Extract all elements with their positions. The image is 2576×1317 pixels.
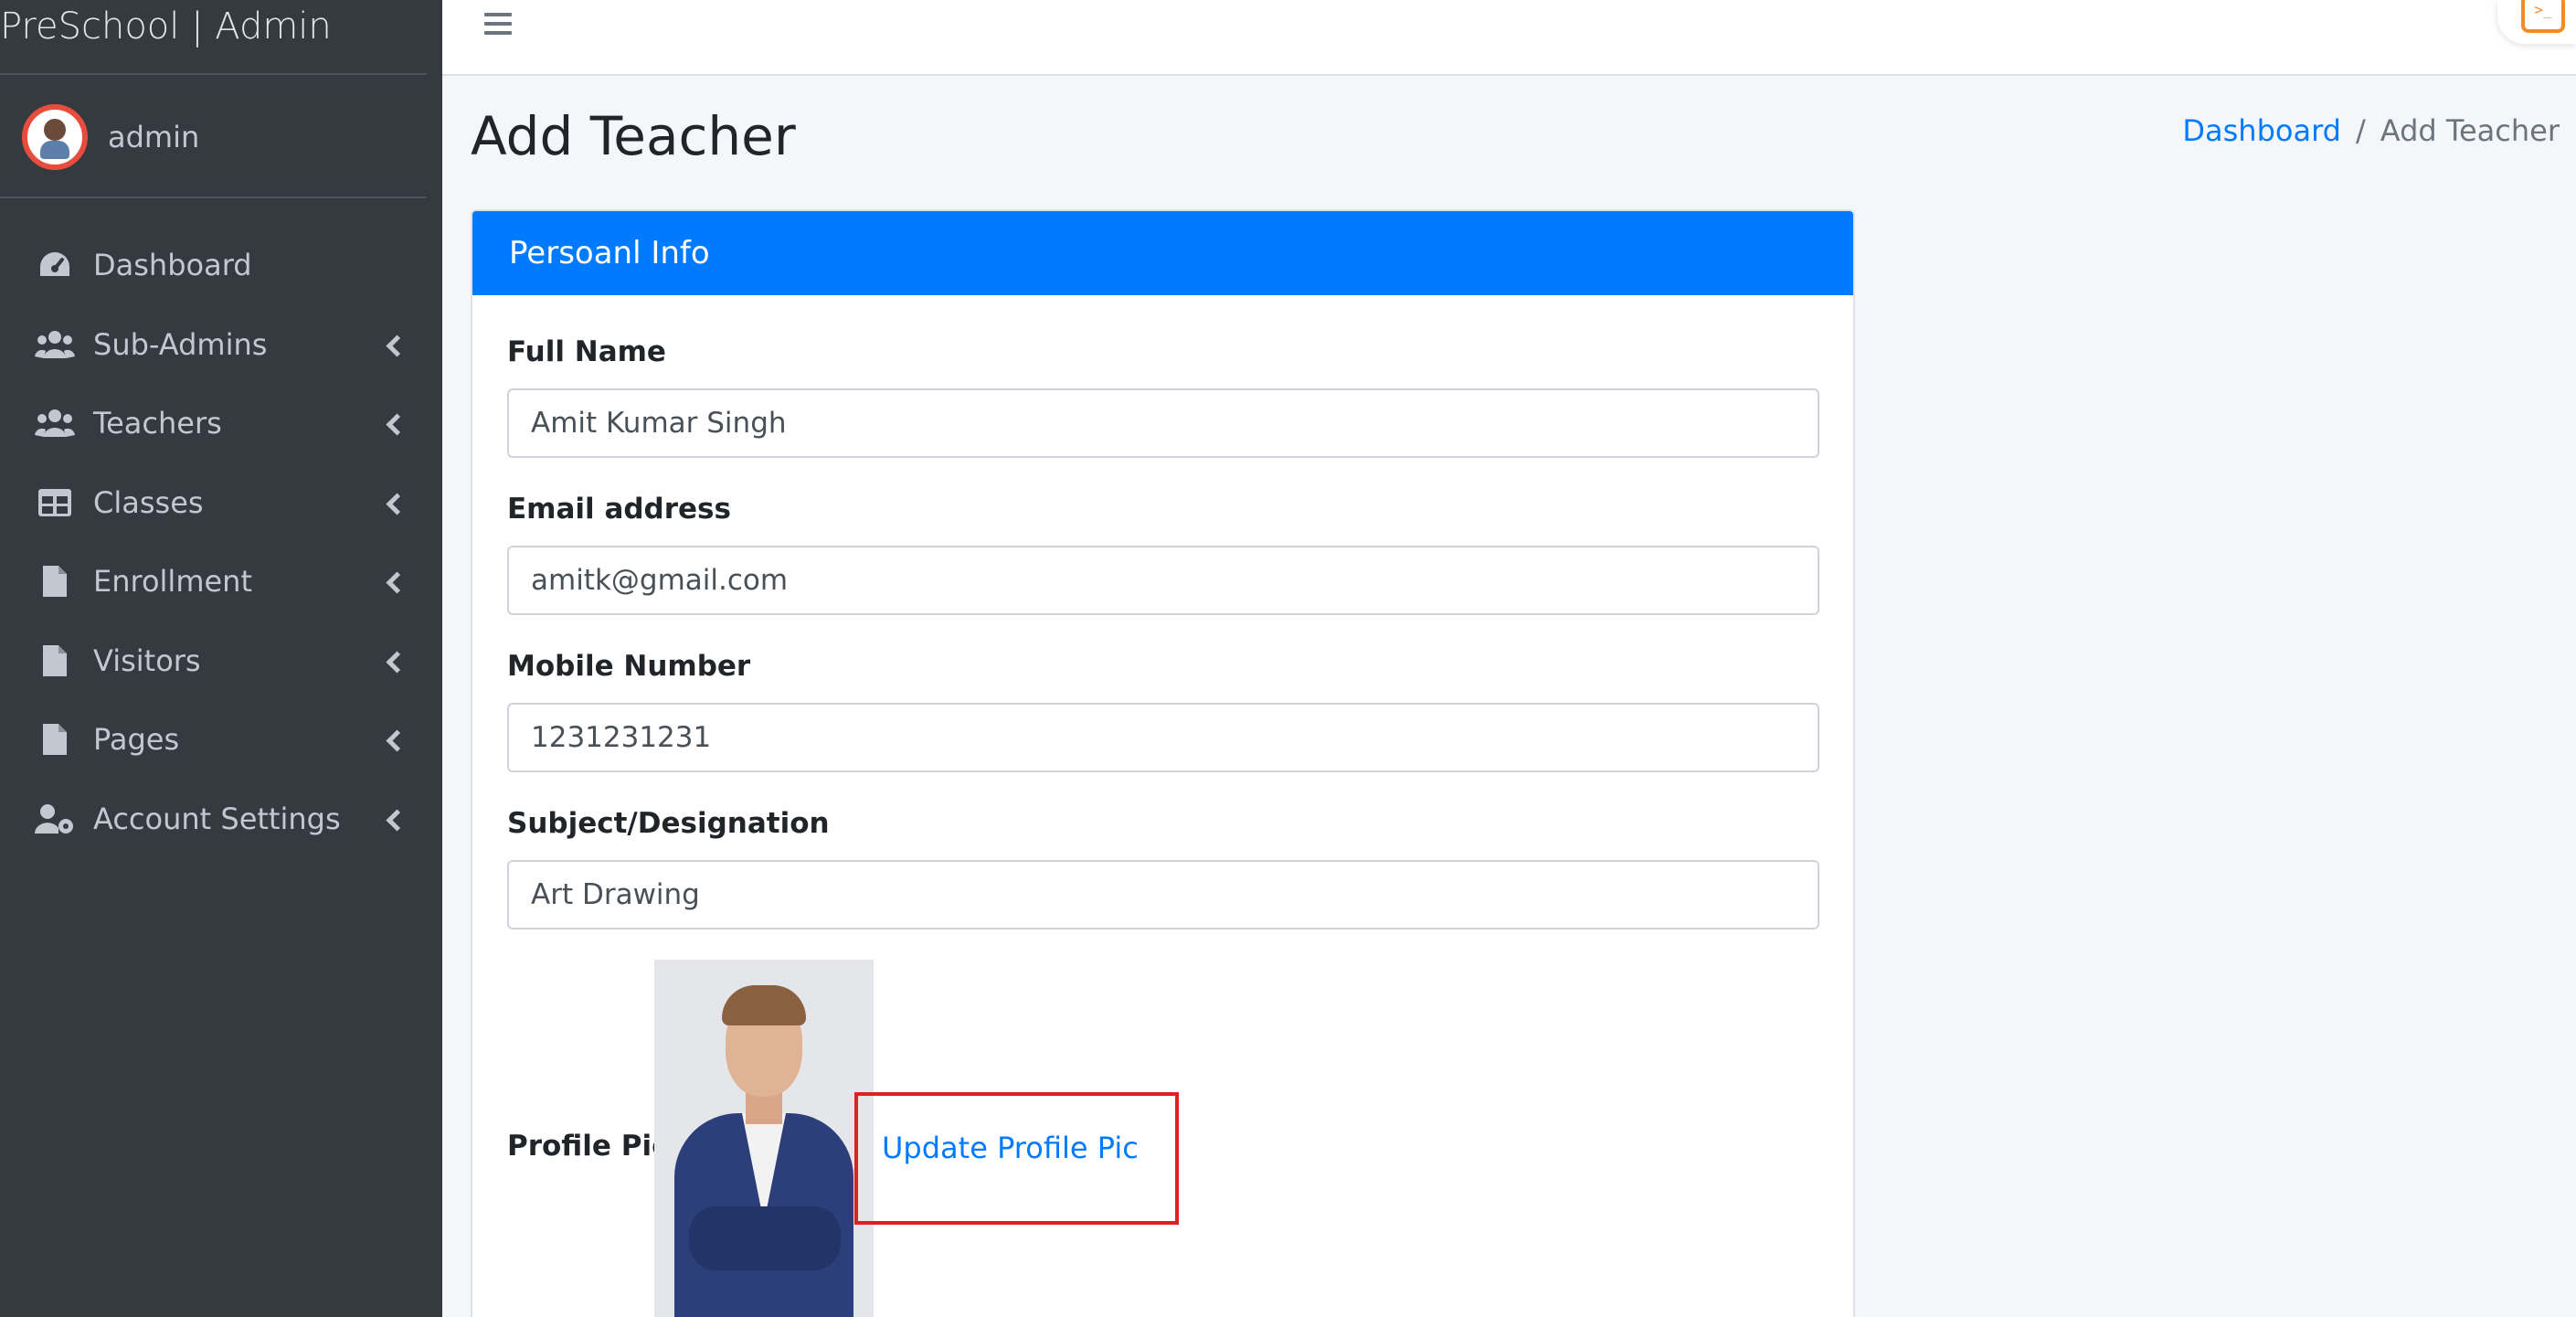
user-divider — [0, 196, 427, 198]
file-icon — [35, 721, 75, 758]
file-icon — [35, 643, 75, 679]
chevron-left-icon — [386, 411, 400, 435]
file-icon — [35, 563, 75, 600]
menu-toggle-icon[interactable] — [484, 13, 514, 37]
email-input[interactable] — [507, 546, 1819, 615]
sidebar-item-label: Classes — [93, 484, 204, 520]
subject-input[interactable] — [507, 860, 1819, 929]
sidebar-item-label: Account Settings — [93, 801, 341, 836]
sidebar-item-enrollment[interactable]: Enrollment — [0, 542, 442, 621]
terminal-widget-icon[interactable] — [2497, 0, 2576, 44]
top-navbar — [442, 0, 2576, 76]
sidebar-item-pages[interactable]: Pages — [0, 700, 442, 780]
brand-divider — [0, 73, 427, 75]
tachometer-icon — [35, 247, 75, 283]
user-cog-icon — [35, 801, 75, 837]
page-title: Add Teacher — [471, 105, 796, 167]
subject-label: Subject/Designation — [507, 807, 830, 840]
users-icon — [35, 326, 75, 363]
sidebar-item-label: Enrollment — [93, 564, 252, 600]
sidebar-item-label: Sub-Admins — [93, 326, 268, 362]
chevron-left-icon — [386, 728, 400, 751]
sidebar-item-visitors[interactable]: Visitors — [0, 621, 442, 701]
update-profile-pic-link[interactable]: Update Profile Pic — [882, 1131, 1139, 1165]
sidebar-item-teachers[interactable]: Teachers — [0, 384, 442, 463]
email-label: Email address — [507, 493, 731, 526]
profile-photo — [654, 960, 874, 1317]
chevron-left-icon — [386, 649, 400, 673]
sidebar-item-sub-admins[interactable]: Sub-Admins — [0, 305, 442, 385]
brand-title[interactable]: PreSchool | Admin — [0, 0, 442, 53]
chevron-left-icon — [386, 569, 400, 593]
mobile-input[interactable] — [507, 703, 1819, 772]
user-avatar — [22, 104, 88, 170]
breadcrumb: Dashboard / Add Teacher — [2182, 113, 2560, 148]
user-panel[interactable]: admin — [22, 104, 199, 170]
chevron-left-icon — [386, 333, 400, 356]
sidebar-item-dashboard[interactable]: Dashboard — [0, 226, 442, 305]
sidebar-nav: Dashboard Sub-Admins Teachers Classes En… — [0, 226, 442, 858]
user-name[interactable]: admin — [108, 120, 199, 154]
chevron-left-icon — [386, 807, 400, 831]
sidebar-item-classes[interactable]: Classes — [0, 463, 442, 543]
breadcrumb-dashboard-link[interactable]: Dashboard — [2182, 113, 2341, 148]
card-header: Persoanl Info — [472, 211, 1853, 295]
full-name-input[interactable] — [507, 388, 1819, 458]
table-icon — [35, 484, 75, 521]
breadcrumb-current: Add Teacher — [2380, 113, 2560, 148]
sidebar-item-label: Visitors — [93, 643, 201, 678]
sidebar-item-label: Dashboard — [93, 248, 252, 283]
profile-pic-label: Profile Pic — [507, 1130, 669, 1163]
breadcrumb-separator: / — [2355, 113, 2366, 148]
users-icon — [35, 405, 75, 441]
chevron-left-icon — [386, 491, 400, 515]
full-name-label: Full Name — [507, 335, 666, 368]
sidebar-item-account-settings[interactable]: Account Settings — [0, 780, 442, 859]
sidebar: PreSchool | Admin admin Dashboard Sub-Ad… — [0, 0, 442, 1317]
mobile-label: Mobile Number — [507, 650, 751, 683]
sidebar-item-label: Teachers — [93, 406, 222, 441]
sidebar-item-label: Pages — [93, 722, 180, 758]
